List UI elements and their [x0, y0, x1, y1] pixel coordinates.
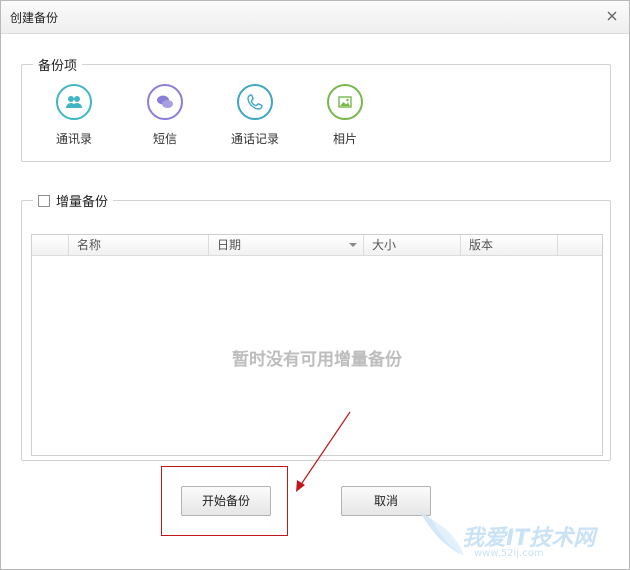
- create-backup-dialog: 创建备份 备份项 通讯录 短信 通话记录 相片 增量备份 名称 日期 大小 版本…: [0, 0, 630, 570]
- sms-icon: [147, 84, 183, 120]
- title-bar: 创建备份: [1, 1, 629, 34]
- backup-item-photos[interactable]: 相片: [305, 84, 385, 147]
- sort-arrow-icon: [349, 243, 357, 247]
- column-header-date-label: 日期: [217, 238, 242, 252]
- incremental-backup-table: 名称 日期 大小 版本 暂时没有可用增量备份: [31, 234, 603, 456]
- column-header-size[interactable]: 大小: [363, 235, 460, 255]
- header-filler: [557, 235, 602, 255]
- call-log-icon: [237, 84, 273, 120]
- backup-item-label: 短信: [152, 132, 177, 146]
- incremental-backup-group: 增量备份 名称 日期 大小 版本 暂时没有可用增量备份: [21, 191, 611, 461]
- incremental-backup-legend: 增量备份: [33, 191, 113, 210]
- backup-item-label: 通讯录: [55, 132, 92, 146]
- column-header-date[interactable]: 日期: [208, 235, 363, 255]
- backup-item-label: 通话记录: [230, 132, 279, 146]
- highlight-box: [161, 466, 288, 536]
- contacts-icon: [56, 84, 92, 120]
- table-header: 名称 日期 大小 版本: [32, 235, 602, 256]
- backup-item-label: 相片: [332, 132, 357, 146]
- backup-items-legend: 备份项: [38, 59, 78, 74]
- close-icon[interactable]: [603, 7, 621, 25]
- cancel-button[interactable]: 取消: [341, 486, 431, 516]
- header-spacer: [32, 235, 68, 255]
- backup-item-call-log[interactable]: 通话记录: [215, 84, 295, 147]
- empty-message: 暂时没有可用增量备份: [232, 350, 402, 370]
- incremental-backup-checkbox[interactable]: [38, 194, 50, 207]
- column-header-version[interactable]: 版本: [460, 235, 557, 255]
- backup-items-group: 备份项 通讯录 短信 通话记录 相片: [21, 55, 611, 162]
- photo-icon: [327, 84, 363, 120]
- incremental-backup-label: 增量备份: [56, 195, 109, 210]
- column-header-name[interactable]: 名称: [68, 235, 208, 255]
- backup-item-sms[interactable]: 短信: [125, 84, 205, 147]
- backup-item-contacts[interactable]: 通讯录: [34, 84, 114, 147]
- dialog-title: 创建备份: [10, 11, 59, 25]
